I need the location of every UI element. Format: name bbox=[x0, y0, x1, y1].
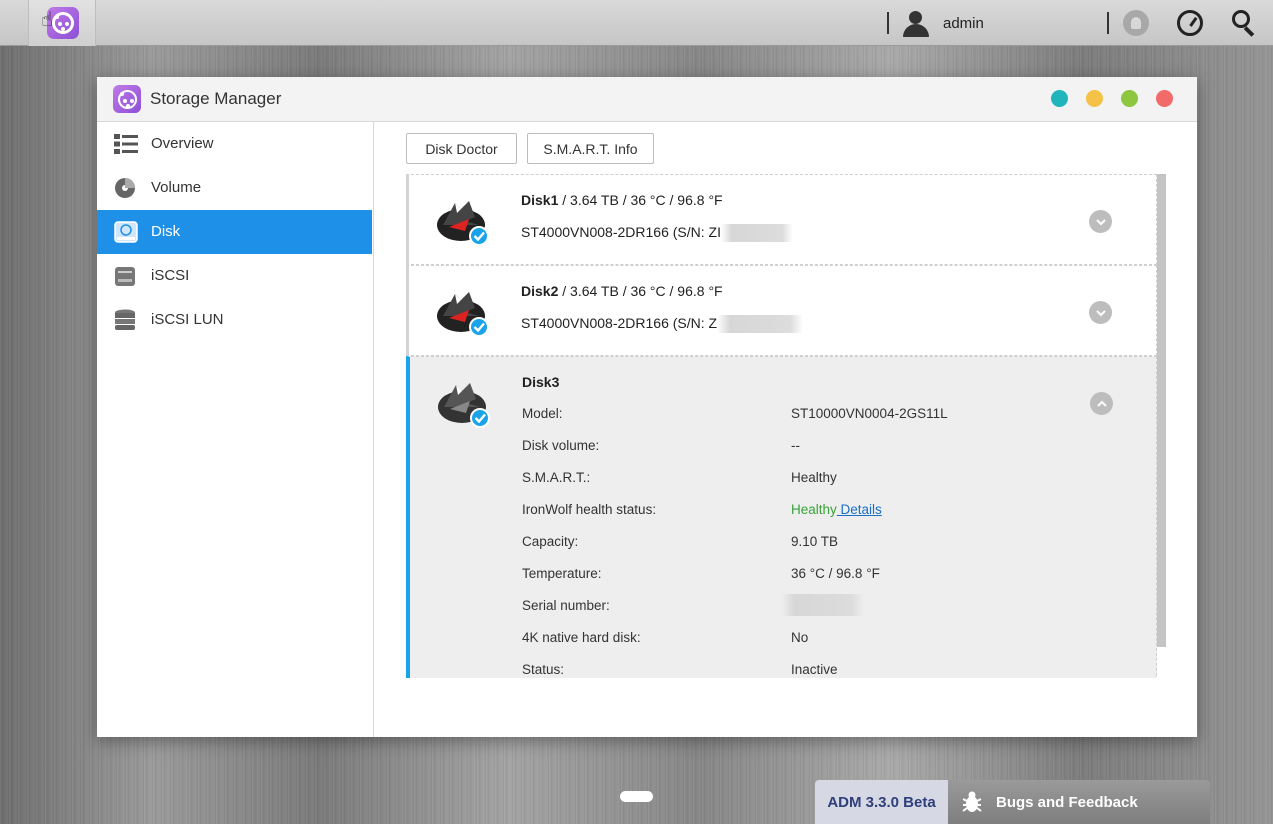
window-title: Storage Manager bbox=[150, 89, 282, 108]
detail-label: Status: bbox=[522, 662, 565, 677]
bugs-and-feedback-button[interactable]: Bugs and Feedback bbox=[948, 780, 1210, 824]
desktop-page-indicator[interactable] bbox=[620, 791, 653, 802]
detail-label: Capacity: bbox=[522, 534, 579, 549]
separator bbox=[887, 12, 889, 34]
notification-bell-icon[interactable] bbox=[1123, 10, 1149, 36]
redacted-serial bbox=[717, 315, 804, 334]
window-titlebar[interactable]: Storage Manager bbox=[97, 77, 1197, 122]
detail-value: 36 °C / 96.8 °F bbox=[791, 566, 880, 581]
sidebar-item-disk[interactable]: Disk bbox=[97, 210, 372, 254]
details-link[interactable]: Details bbox=[837, 502, 882, 517]
bugs-and-feedback-label: Bugs and Feedback bbox=[996, 793, 1138, 811]
disk-title: Disk3 bbox=[522, 374, 559, 390]
sidebar-item-label: Overview bbox=[151, 135, 214, 152]
disk-icon bbox=[114, 221, 138, 243]
disk-item-2[interactable]: Disk2 / 3.64 TB / 36 °C / 96.8 °F ST4000… bbox=[406, 265, 1157, 356]
disk-model-text: ST4000VN008-2DR166 (S/N: Z bbox=[521, 315, 718, 331]
collapse-chevron-up-icon[interactable] bbox=[1090, 392, 1113, 415]
scrollbar[interactable] bbox=[1157, 174, 1166, 647]
health-status-text: Healthy bbox=[791, 502, 837, 517]
adm-version-label: ADM 3.3.0 Beta bbox=[815, 780, 948, 824]
disk-name: Disk3 bbox=[522, 374, 560, 390]
sidebar-item-label: iSCSI bbox=[151, 267, 190, 284]
detail-value: ST10000VN0004-2GS11L bbox=[791, 406, 948, 421]
ironwolf-disk-icon bbox=[438, 383, 490, 428]
detail-value: Inactive bbox=[791, 662, 838, 677]
redacted-serial bbox=[720, 224, 793, 243]
detail-value: 9.10 TB bbox=[791, 534, 839, 549]
expand-chevron-down-icon[interactable] bbox=[1089, 210, 1112, 233]
iscsi-icon bbox=[115, 267, 135, 286]
list-icon bbox=[114, 134, 138, 154]
disk-name: Disk2 bbox=[521, 283, 559, 299]
detail-value: Healthy bbox=[791, 470, 837, 485]
top-taskbar: ☝ admin bbox=[0, 0, 1273, 46]
database-icon bbox=[115, 309, 135, 330]
maximize-window-button[interactable] bbox=[1121, 90, 1138, 107]
disk-summary: / 3.64 TB / 36 °C / 96.8 °F bbox=[558, 192, 723, 208]
sidebar: Overview Volume Disk iSCSI iSCSI LUN bbox=[97, 122, 374, 737]
username-label[interactable]: admin bbox=[943, 15, 984, 32]
dashboard-gauge-icon[interactable] bbox=[1177, 10, 1203, 36]
disk-item-1[interactable]: Disk1 / 3.64 TB / 36 °C / 96.8 °F ST4000… bbox=[406, 174, 1157, 265]
detail-value: -- bbox=[791, 438, 800, 453]
search-icon[interactable] bbox=[1232, 10, 1258, 37]
redacted-serial bbox=[782, 594, 864, 616]
expand-chevron-down-icon[interactable] bbox=[1089, 301, 1112, 324]
disk-title: Disk1 / 3.64 TB / 36 °C / 96.8 °F bbox=[521, 192, 723, 208]
ironwolf-health-value: Healthy Details bbox=[791, 502, 882, 517]
disk-item-3[interactable]: Disk3 Model: ST10000VN0004-2GS11L Disk v… bbox=[406, 356, 1157, 678]
main-panel: Disk Doctor S.M.A.R.T. Info Disk1 / 3.64… bbox=[375, 122, 1197, 737]
storage-manager-window: Storage Manager Overview Volume Disk iSC… bbox=[97, 77, 1197, 737]
disk-title: Disk2 / 3.64 TB / 36 °C / 96.8 °F bbox=[521, 283, 723, 299]
disk-model-text: ST4000VN008-2DR166 (S/N: ZI bbox=[521, 224, 721, 240]
disk-list: Disk1 / 3.64 TB / 36 °C / 96.8 °F ST4000… bbox=[406, 174, 1166, 678]
detail-label: IronWolf health status: bbox=[522, 502, 657, 517]
sidebar-item-volume[interactable]: Volume bbox=[97, 166, 372, 210]
sidebar-item-label: Volume bbox=[151, 179, 202, 196]
sidebar-item-label: iSCSI LUN bbox=[151, 311, 224, 328]
disk-model-line: ST4000VN008-2DR166 (S/N: Z bbox=[521, 315, 804, 334]
user-icon[interactable] bbox=[902, 10, 930, 38]
storage-manager-app-icon bbox=[113, 85, 141, 113]
detail-label: Temperature: bbox=[522, 566, 602, 581]
bug-icon bbox=[962, 791, 982, 812]
disk-summary: / 3.64 TB / 36 °C / 96.8 °F bbox=[558, 283, 723, 299]
sidebar-item-overview[interactable]: Overview bbox=[97, 122, 372, 166]
sidebar-item-iscsi[interactable]: iSCSI bbox=[97, 254, 372, 298]
detail-value: No bbox=[791, 630, 809, 645]
ironwolf-disk-icon bbox=[437, 201, 489, 246]
disk-name: Disk1 bbox=[521, 192, 559, 208]
disk-model-line: ST4000VN008-2DR166 (S/N: ZI bbox=[521, 224, 793, 243]
minimize-window-button[interactable] bbox=[1086, 90, 1103, 107]
detail-label: Disk volume: bbox=[522, 438, 600, 453]
ironwolf-disk-icon bbox=[437, 292, 489, 337]
sidebar-item-label: Disk bbox=[151, 223, 181, 240]
hand-cursor-icon: ☝ bbox=[41, 9, 54, 31]
taskbar-app-storage-manager[interactable]: ☝ bbox=[28, 0, 96, 46]
detail-label: Model: bbox=[522, 406, 563, 421]
close-window-button[interactable] bbox=[1156, 90, 1173, 107]
sidebar-item-iscsi-lun[interactable]: iSCSI LUN bbox=[97, 298, 372, 342]
volume-icon bbox=[115, 178, 135, 198]
disk-doctor-button[interactable]: Disk Doctor bbox=[406, 133, 517, 164]
detail-label: 4K native hard disk: bbox=[522, 630, 641, 645]
smart-info-button[interactable]: S.M.A.R.T. Info bbox=[527, 133, 654, 164]
separator bbox=[1107, 12, 1109, 34]
bottom-bar: ADM 3.3.0 Beta Bugs and Feedback bbox=[815, 780, 1210, 824]
info-window-button[interactable] bbox=[1051, 90, 1068, 107]
detail-label: Serial number: bbox=[522, 598, 610, 613]
detail-label: S.M.A.R.T.: bbox=[522, 470, 591, 485]
